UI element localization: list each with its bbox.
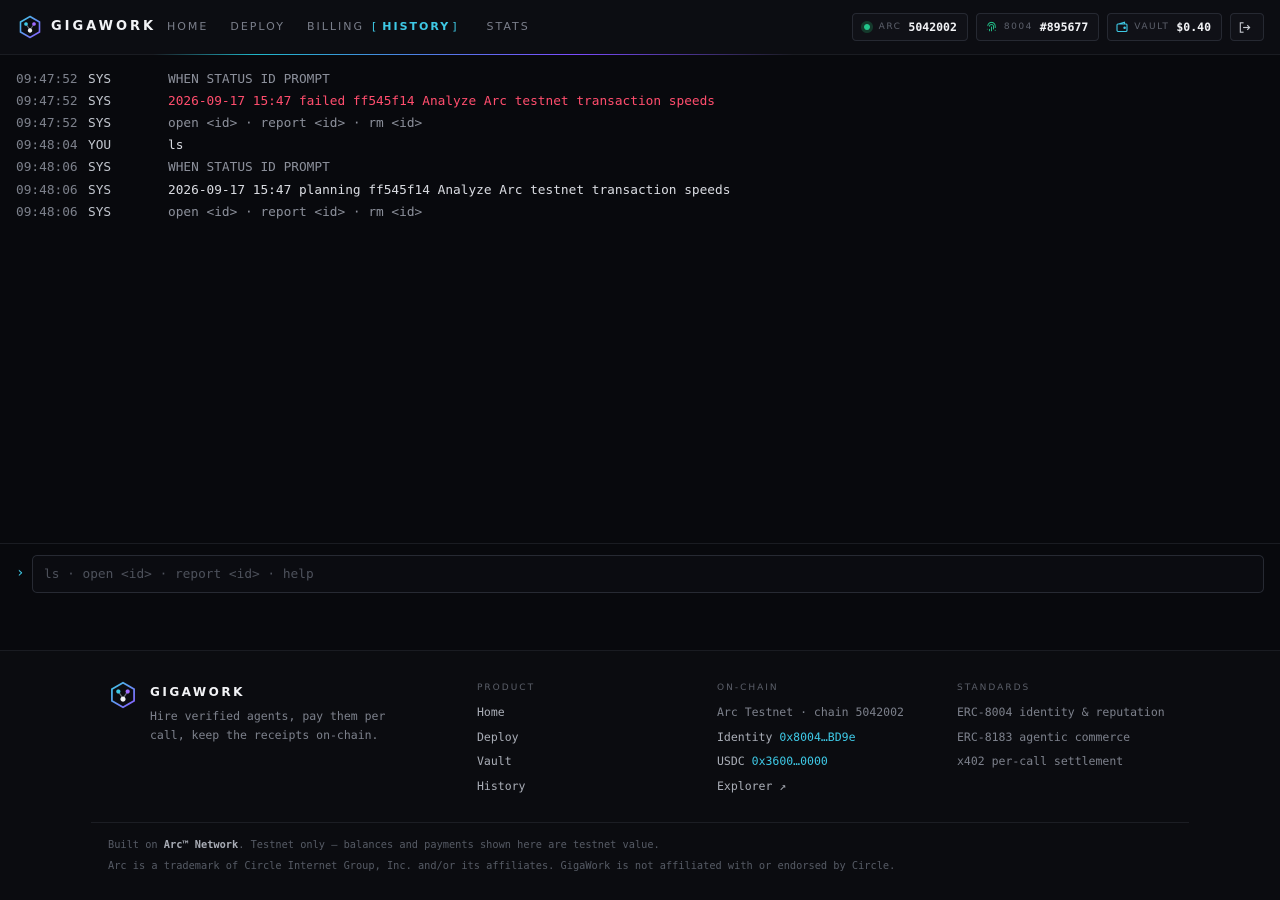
footer-network-info: Arc Testnet · chain 5042002 <box>717 705 904 719</box>
log-row: 09:47:52 SYS 2026-09-17 15:47 failed ff545… <box>16 90 1264 112</box>
footer-link-vault[interactable]: Vault <box>477 754 535 779</box>
log-timestamp: 09:48:04 <box>16 138 78 154</box>
log-timestamp: 09:48:06 <box>16 182 78 198</box>
nav-deploy[interactable]: DEPLOY <box>230 20 285 33</box>
footer-testnet-notice: Built on Arc™ Network. Testnet only — ba… <box>108 839 660 851</box>
gigawork-logo-icon[interactable] <box>18 15 42 39</box>
footer-link-home[interactable]: Home <box>477 705 535 730</box>
log-row: 09:47:52 SYS open <id> · report <id> · rm … <box>16 112 1264 134</box>
active-bracket-left: [ <box>372 20 379 33</box>
log-source: SYS <box>88 160 112 176</box>
identity-address-link[interactable]: 0x8004…BD9e <box>779 730 855 744</box>
log-row: 09:48:06 SYS 2026-09-17 15:47 planning ff5… <box>16 179 1264 201</box>
status-dot-icon <box>860 21 873 33</box>
arc-chain-chip[interactable]: ARC 5042002 <box>851 13 968 41</box>
identity-chip-label: 8004 <box>1003 22 1033 32</box>
log-source: SYS <box>88 93 112 109</box>
top-bar: GIGAWORK HOME DEPLOY BILLING [ HISTORY ]… <box>0 0 1280 55</box>
status-chips: ARC 5042002 8004 #895677 VAULT $0.40 <box>851 13 1264 41</box>
standard-item: x402 per-call settlement <box>957 754 1124 769</box>
history-log: 09:47:52 SYS WHEN STATUS ID PROMPT 09:47:52… <box>16 68 1264 223</box>
footer-product-column: PRODUCT Home Deploy Vault History <box>477 683 535 804</box>
log-message: 2026-09-17 15:47 failed ff545f14 Analyze… <box>168 93 716 109</box>
nav-history[interactable]: [ HISTORY ] <box>372 20 456 33</box>
active-bracket-right: ] <box>452 20 459 33</box>
log-row: 09:48:06 SYS open <id> · report <id> · rm … <box>16 201 1264 223</box>
wallet-icon <box>1116 21 1128 33</box>
log-source: SYS <box>88 182 112 198</box>
footer-link-deploy[interactable]: Deploy <box>477 730 535 755</box>
nav-stats[interactable]: STATS <box>487 20 530 33</box>
log-row: 09:48:04 YOU ls <box>16 135 1264 157</box>
gigawork-logo-icon <box>111 681 135 709</box>
footer-product-title: PRODUCT <box>477 683 536 693</box>
arc-chip-value: 5042002 <box>908 20 957 34</box>
log-source: SYS <box>88 71 112 87</box>
vault-chip-label: VAULT <box>1134 22 1170 32</box>
vault-chip-value: $0.40 <box>1176 20 1211 34</box>
footer-standards-title: STANDARDS <box>957 683 1031 693</box>
header-divider <box>0 54 1280 55</box>
fingerprint-icon <box>986 21 996 31</box>
logout-button[interactable] <box>1230 13 1264 41</box>
arc-network-link[interactable]: Arc™ Network <box>164 839 238 851</box>
explorer-link[interactable]: Explorer ↗ <box>717 779 786 793</box>
log-message: 2026-09-17 15:47 planning ff545f14 Analy… <box>168 182 731 198</box>
footer-tagline: Hire verified agents, pay them per call,… <box>150 709 386 742</box>
vault-chip[interactable]: VAULT $0.40 <box>1107 13 1222 41</box>
log-source: SYS <box>88 115 112 131</box>
footer-identity-row: Identity 0x8004…BD9e <box>717 730 904 755</box>
log-message: WHEN STATUS ID PROMPT <box>168 71 330 87</box>
footer-divider <box>91 822 1189 823</box>
log-row: 09:48:06 SYS WHEN STATUS ID PROMPT <box>16 157 1264 179</box>
log-source: YOU <box>88 138 112 154</box>
footer-brand: GIGAWORK <box>150 685 245 699</box>
command-bar: › <box>0 543 1280 650</box>
log-timestamp: 09:47:52 <box>16 93 78 109</box>
log-message: open <id> · report <id> · rm <id> <box>168 204 423 220</box>
nav-billing[interactable]: BILLING <box>307 20 364 33</box>
footer-onchain-title: ON-CHAIN <box>717 683 779 693</box>
log-timestamp: 09:47:52 <box>16 115 78 131</box>
notice-suffix: . Testnet only — balances and payments s… <box>238 839 660 851</box>
log-message: open <id> · report <id> · rm <id> <box>168 115 423 131</box>
log-message: WHEN STATUS ID PROMPT <box>168 160 330 176</box>
notice-prefix: Built on <box>108 839 164 851</box>
footer-link-history[interactable]: History <box>477 779 535 804</box>
prompt-chevron-icon: › <box>16 565 25 581</box>
log-timestamp: 09:48:06 <box>16 160 78 176</box>
footer-explorer-row: Explorer ↗ <box>717 779 904 804</box>
nav-history-label: HISTORY <box>382 20 451 33</box>
identity-chip-value: #895677 <box>1039 20 1089 34</box>
footer-onchain-column: ON-CHAIN Arc Testnet · chain 5042002 Ide… <box>717 683 904 804</box>
brand-name[interactable]: GIGAWORK <box>51 19 156 34</box>
usdc-label: USDC <box>717 754 745 769</box>
footer-trademark-notice: Arc is a trademark of Circle Internet Gr… <box>108 860 896 872</box>
standard-item: ERC-8183 agentic commerce <box>957 729 1131 744</box>
log-row: 09:47:52 SYS WHEN STATUS ID PROMPT <box>16 68 1264 90</box>
log-timestamp: 09:47:52 <box>16 71 78 87</box>
standard-item: ERC-8004 identity & reputation <box>957 705 1165 719</box>
identity-label: Identity <box>717 729 773 744</box>
usdc-address-link[interactable]: 0x3600…0000 <box>752 754 828 768</box>
nav-home[interactable]: HOME <box>167 20 208 33</box>
footer-standards-column: STANDARDS ERC-8004 identity & reputation… <box>957 683 1165 779</box>
site-footer: GIGAWORK Hire verified agents, pay them … <box>0 650 1280 900</box>
log-timestamp: 09:48:06 <box>16 204 78 220</box>
arc-chip-label: ARC <box>878 22 902 32</box>
main-nav: HOME DEPLOY BILLING [ HISTORY ] STATS <box>167 20 552 33</box>
identity-chip[interactable]: 8004 #895677 <box>975 13 1100 41</box>
logout-icon <box>1239 21 1250 33</box>
log-message: ls <box>168 138 184 154</box>
log-source: SYS <box>88 204 112 220</box>
footer-usdc-row: USDC 0x3600…0000 <box>717 754 904 779</box>
command-input[interactable] <box>32 555 1264 593</box>
